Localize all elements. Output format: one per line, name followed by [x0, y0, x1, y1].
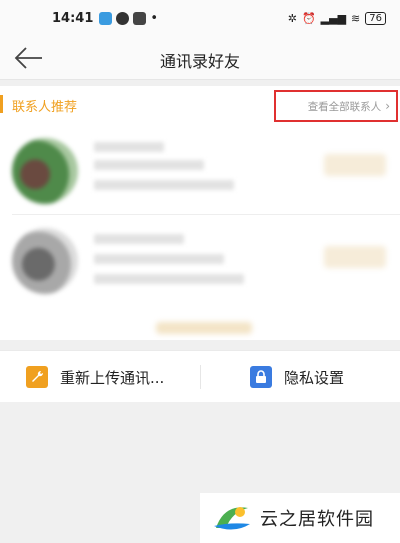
privacy-label: 隐私设置 [284, 368, 345, 387]
bluetooth-icon: ✲ [287, 11, 297, 25]
contact-recommend-section: 联系人推荐 查看全部联系人 › [0, 86, 400, 340]
view-all-label: 查看全部联系人 [307, 100, 382, 113]
notification-icon [116, 11, 130, 25]
contact-item[interactable] [0, 220, 400, 306]
section-accent-bar [0, 95, 3, 113]
contact-name-placeholder [94, 234, 184, 244]
avatar [12, 228, 78, 294]
action-bar: 重新上传通讯... 隐私设置 [0, 350, 400, 402]
notification-icon [133, 11, 147, 25]
add-friend-button[interactable] [324, 154, 386, 176]
status-time: 14:41 [52, 10, 94, 26]
privacy-settings-button[interactable]: 隐私设置 [250, 351, 344, 403]
battery-icon: 76 [365, 11, 386, 25]
watermark-logo-icon [214, 507, 250, 530]
view-all-contacts-link[interactable]: 查看全部联系人 › [274, 90, 398, 122]
nav-bar: 通讯录好友 [0, 36, 400, 80]
wrench-icon [26, 366, 48, 388]
watermark-text: 云之居软件园 [260, 509, 374, 530]
chevron-right-icon: › [385, 99, 390, 113]
status-right: ✲ ⏰ ▂▄▆ ≋ 76 [287, 11, 386, 25]
alarm-icon: ⏰ [301, 11, 316, 25]
contact-info-placeholder [94, 160, 204, 170]
contact-info-placeholder [94, 180, 234, 190]
contact-name-placeholder [94, 142, 164, 152]
contact-info-placeholder [94, 254, 224, 264]
divider [12, 214, 400, 215]
action-divider [200, 365, 201, 389]
more-dot-icon: • [150, 10, 159, 26]
reupload-label: 重新上传通讯... [60, 368, 165, 387]
signal-icon: ▂▄▆ [320, 11, 347, 25]
add-friend-button[interactable] [324, 246, 386, 268]
section-header: 联系人推荐 查看全部联系人 › [0, 86, 400, 126]
avatar [12, 138, 78, 204]
section-title: 联系人推荐 [12, 100, 78, 115]
load-more-placeholder[interactable] [156, 322, 252, 334]
contact-info-placeholder [94, 274, 244, 284]
contact-item[interactable] [0, 130, 400, 216]
lock-icon [250, 366, 272, 388]
watermark: 云之居软件园 [200, 493, 400, 543]
wifi-icon: ≋ [351, 11, 361, 25]
notification-icon [99, 11, 113, 25]
status-bar: 14:41 • ✲ ⏰ ▂▄▆ ≋ 76 [0, 0, 400, 36]
reupload-contacts-button[interactable]: 重新上传通讯... [26, 351, 164, 403]
page-title: 通讯录好友 [159, 52, 240, 71]
